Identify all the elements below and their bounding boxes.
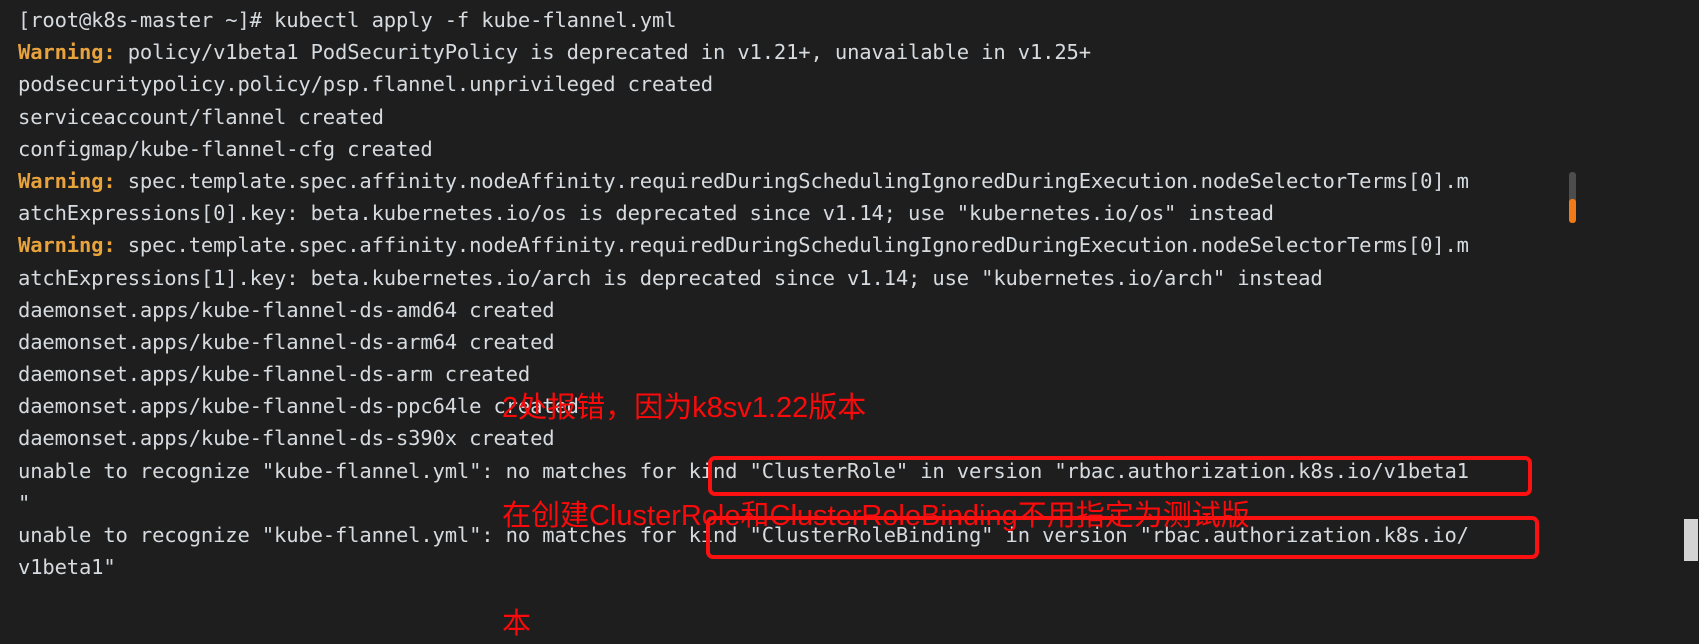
terminal-line: daemonset.apps/kube-flannel-ds-amd64 cre… bbox=[18, 294, 1556, 326]
vertical-scrollbar-thumb[interactable] bbox=[1684, 519, 1698, 561]
terminal-line-text: unable to recognize "kube-flannel.yml": … bbox=[18, 458, 1469, 483]
terminal-line-text: " bbox=[18, 490, 31, 515]
warning-label: Warning: bbox=[18, 233, 116, 258]
terminal-line-text: daemonset.apps/kube-flannel-ds-amd64 cre… bbox=[18, 297, 555, 322]
terminal-line: configmap/kube-flannel-cfg created bbox=[18, 133, 1556, 165]
terminal-line-text: serviceaccount/flannel created bbox=[18, 104, 384, 129]
terminal-line: " bbox=[18, 487, 1556, 519]
terminal-line: daemonset.apps/kube-flannel-ds-ppc64le c… bbox=[18, 390, 1556, 422]
terminal-line: [root@k8s-master ~]# kubectl apply -f ku… bbox=[18, 4, 1556, 36]
terminal-line-text: unable to recognize "kube-flannel.yml": … bbox=[18, 523, 1469, 547]
scroll-marker-highlight bbox=[1569, 199, 1576, 223]
right-gutter bbox=[1559, 0, 1699, 644]
terminal-line-text: podsecuritypolicy.policy/psp.flannel.unp… bbox=[18, 72, 713, 97]
terminal-line-text: policy/v1beta1 PodSecurityPolicy is depr… bbox=[115, 40, 1091, 65]
terminal-screen: [root@k8s-master ~]# kubectl apply -f ku… bbox=[0, 0, 1699, 644]
terminal-line-text: [root@k8s-master ~]# kubectl apply -f ku… bbox=[18, 8, 677, 32]
terminal-line-text: daemonset.apps/kube-flannel-ds-arm64 cre… bbox=[18, 329, 555, 354]
warning-label: Warning: bbox=[18, 168, 116, 193]
terminal-line: daemonset.apps/kube-flannel-ds-s390x cre… bbox=[18, 422, 1556, 454]
terminal-line: v1beta1" bbox=[18, 551, 1556, 583]
terminal-line-warning: Warning: spec.template.spec.affinity.nod… bbox=[18, 165, 1556, 197]
terminal-line: atchExpressions[0].key: beta.kubernetes.… bbox=[18, 197, 1556, 229]
terminal-output[interactable]: [root@k8s-master ~]# kubectl apply -f ku… bbox=[0, 0, 1556, 644]
terminal-line-text: atchExpressions[0].key: beta.kubernetes.… bbox=[18, 201, 1274, 226]
terminal-line-warning: Warning: policy/v1beta1 PodSecurityPolic… bbox=[18, 36, 1556, 68]
terminal-line-text: spec.template.spec.affinity.nodeAffinity… bbox=[115, 233, 1469, 258]
terminal-line: daemonset.apps/kube-flannel-ds-arm creat… bbox=[18, 358, 1556, 390]
terminal-line-text: v1beta1" bbox=[18, 555, 116, 580]
terminal-line-text: atchExpressions[1].key: beta.kubernetes.… bbox=[18, 265, 1323, 290]
terminal-line-text: configmap/kube-flannel-cfg created bbox=[18, 136, 433, 161]
terminal-line: podsecuritypolicy.policy/psp.flannel.unp… bbox=[18, 68, 1556, 100]
terminal-line-text: daemonset.apps/kube-flannel-ds-arm creat… bbox=[18, 362, 531, 387]
terminal-line: serviceaccount/flannel created bbox=[18, 101, 1556, 133]
terminal-line-text: daemonset.apps/kube-flannel-ds-s390x cre… bbox=[18, 426, 555, 451]
terminal-line: daemonset.apps/kube-flannel-ds-arm64 cre… bbox=[18, 326, 1556, 358]
terminal-line: unable to recognize "kube-flannel.yml": … bbox=[18, 455, 1556, 487]
terminal-line-text: daemonset.apps/kube-flannel-ds-ppc64le c… bbox=[18, 394, 579, 419]
terminal-line: atchExpressions[1].key: beta.kubernetes.… bbox=[18, 262, 1556, 294]
terminal-line-text: spec.template.spec.affinity.nodeAffinity… bbox=[115, 168, 1469, 193]
terminal-line-warning: Warning: spec.template.spec.affinity.nod… bbox=[18, 229, 1556, 261]
terminal-line: unable to recognize "kube-flannel.yml": … bbox=[18, 519, 1556, 551]
warning-label: Warning: bbox=[18, 40, 116, 65]
